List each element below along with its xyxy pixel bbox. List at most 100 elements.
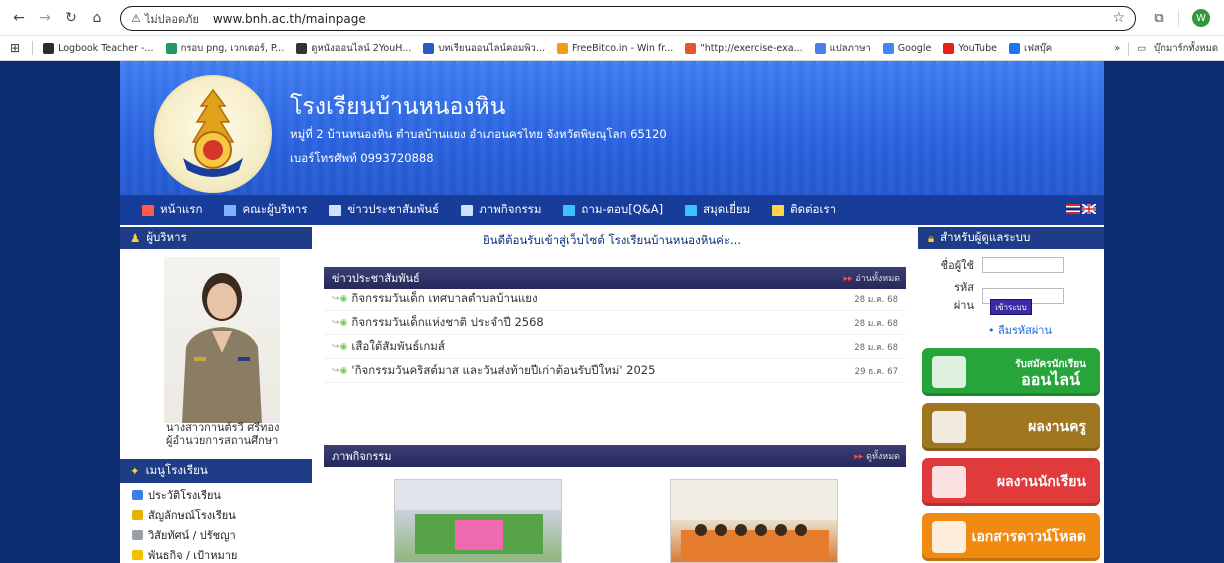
bookmark-item[interactable]: Google [882, 42, 932, 54]
bookmark-favicon-icon [296, 42, 308, 54]
news-item[interactable]: ↪◉ กิจกรรมวันเด็กแห่งชาติ ประจำปี 2568 28 … [324, 311, 906, 335]
bookmarks-bar: ⊞ Logbook Teacher -... กรอบ png, เวกเตอร์… [0, 36, 1224, 61]
back-icon[interactable]: ← [8, 7, 30, 29]
more-bookmarks-button[interactable]: » [1114, 43, 1120, 54]
url-text[interactable]: www.bnh.ac.th/mainpage [213, 12, 366, 26]
bookmarks-divider-right [1128, 41, 1130, 56]
lock-icon: 🔒︎ [928, 230, 935, 245]
school-menu-item[interactable]: สัญลักษณ์โรงเรียน [132, 505, 237, 525]
school-menu-item[interactable]: พันธกิจ / เป้าหมาย [132, 545, 237, 563]
bookmark-label: "http://exercise-exa... [700, 42, 803, 54]
menu-item-label: สมุดเยี่ยม [703, 202, 751, 216]
gym-scene [395, 480, 561, 554]
forward-icon[interactable]: → [34, 7, 56, 29]
menu-item[interactable]: หน้าแรก [142, 201, 202, 219]
school-menu-item[interactable]: วิสัยทัศน์ / ปรัชญา [132, 525, 237, 545]
school-logo[interactable] [154, 75, 272, 193]
more-icon: ▸▸ [843, 274, 856, 284]
menu-item[interactable]: สมุดเยี่ยม [685, 201, 750, 219]
profile-avatar[interactable]: W [1192, 9, 1210, 27]
menu-item-icon [685, 204, 698, 216]
all-bookmarks-link[interactable]: บุ๊กมาร์กทั้งหมด [1154, 41, 1218, 56]
bookmark-label: ดูหนังออนไลน์ 2YouH... [311, 42, 412, 54]
menu-item[interactable]: ถาม-ตอบ[Q&A] [563, 201, 663, 219]
extensions-icon[interactable]: ⧉ [1148, 7, 1170, 29]
news-item[interactable]: ↪◉ เสือใต้สัมพันธ์เกมส์ 28 ม.ค. 68 [324, 335, 906, 359]
photo-view-all-link[interactable]: ▸▸ ดูทั้งหมด [854, 449, 900, 463]
apps-icon[interactable]: ⊞ [10, 41, 20, 55]
news-title: 'กิจกรรมวันคริสต์มาส และวันส่งท้ายปีเก่า… [351, 362, 656, 377]
bookmark-label: Google [897, 42, 932, 54]
bookmark-item[interactable]: ดูหนังออนไลน์ 2YouH... [296, 41, 411, 56]
address-bar[interactable]: ⚠ ไม่ปลอดภัย www.bnh.ac.th/mainpage ☆ [120, 6, 1136, 31]
username-row: ชื่อผู้ใช้ [940, 256, 1064, 274]
photo-title: ภาพกิจกรรม [332, 450, 392, 463]
bookmark-item[interactable]: เฟสบุ๊ค [1008, 41, 1053, 56]
main-menu: หน้าแรก คณะผู้บริหาร ข่าวประชาสัมพันธ์ ภาพก… [120, 195, 1104, 225]
news-date: 28 ม.ค. 68 [854, 294, 898, 305]
menu-item[interactable]: คณะผู้บริหาร [224, 201, 307, 219]
promo-banner[interactable]: รับสมัครนักเรียน ออนไลน์ [922, 348, 1100, 396]
bookmark-item[interactable]: FreeBitco.in - Win fr... [556, 42, 673, 54]
bullet-icon: ↪◉ [332, 341, 348, 352]
admin-photo[interactable] [164, 257, 280, 423]
promo-icon [932, 521, 966, 553]
bookmark-label: YouTube [958, 42, 997, 54]
school-address: หมู่ที่ 2 บ้านหนองหิน ตำบลบ้านแยง อำเภอน… [290, 127, 667, 141]
not-secure-label: ไม่ปลอดภัย [144, 12, 199, 26]
login-button[interactable]: เข้าระบบ [990, 299, 1032, 315]
news-read-all-link[interactable]: ▸▸ อ่านทั้งหมด [843, 271, 900, 285]
bookmark-favicon-icon [1008, 42, 1020, 54]
site-container: โรงเรียนบ้านหนองหิน หมู่ที่ 2 บ้านหนองหิ… [120, 61, 1104, 563]
promo-banner[interactable]: ผลงานครู [922, 403, 1100, 451]
news-read-all-label: อ่านทั้งหมด [855, 274, 900, 284]
school-menu-header: ✦ เมนูโรงเรียน [120, 459, 312, 483]
bookmark-favicon-icon [43, 42, 55, 54]
menu-item-label: ข่าวประชาสัมพันธ์ [347, 202, 440, 216]
bookmark-label: เฟสบุ๊ค [1023, 42, 1053, 54]
menu-item[interactable]: ข่าวประชาสัมพันธ์ [329, 201, 439, 219]
username-input[interactable] [982, 257, 1064, 273]
bookmark-label: กรอบ png, เวกเตอร์, P... [180, 42, 285, 54]
bookmark-star-icon[interactable]: ☆ [1112, 10, 1125, 26]
bookmark-favicon-icon [556, 42, 568, 54]
activity-photo[interactable] [670, 479, 838, 563]
menu-item-icon [772, 204, 785, 216]
news-date: 29 ธ.ค. 67 [854, 366, 898, 377]
promo-title: ผลงานนักเรียน [996, 473, 1086, 490]
news-date: 28 ม.ค. 68 [854, 318, 898, 329]
not-secure-badge[interactable]: ⚠ ไม่ปลอดภัย [131, 10, 199, 28]
promo-title: ผลงานครู [1028, 418, 1086, 435]
uk-flag-icon[interactable] [1082, 204, 1096, 214]
bookmark-item[interactable]: บทเรียนออนไลน์คอมพิว... [423, 41, 545, 56]
news-item[interactable]: ↪◉ กิจกรรมวันเด็ก เทศบาลตำบลบ้านแยง 28 ม.ค… [324, 287, 906, 311]
admin-position: ผู้อำนวยการสถานศึกษา [166, 434, 279, 447]
activity-photo[interactable] [394, 479, 562, 563]
school-title: โรงเรียนบ้านหนองหิน [290, 94, 506, 120]
promo-banner[interactable]: ผลงานนักเรียน [922, 458, 1100, 506]
school-menu-item[interactable]: ประวัติโรงเรียน [132, 485, 237, 505]
person-icon: ♟ [130, 231, 141, 245]
login-section-header: 🔒︎ สำหรับผู้ดูแลระบบ [918, 227, 1104, 249]
news-item[interactable]: ↪◉ 'กิจกรรมวันคริสต์มาส และวันส่งท้ายปีเก… [324, 359, 906, 383]
bookmark-item[interactable]: Logbook Teacher -... [43, 42, 154, 54]
forgot-password-link[interactable]: • ลืมรหัสผ่าน [988, 321, 1052, 339]
bookmark-label: แปลภาษา [829, 42, 871, 54]
admin-portrait [182, 273, 262, 423]
bookmark-favicon-icon [165, 42, 177, 54]
menu-item[interactable]: ภาพกิจกรรม [461, 201, 541, 219]
school-menu-icon [132, 490, 143, 500]
promo-banner[interactable]: เอกสารดาวน์โหลด [922, 513, 1100, 561]
bookmark-item[interactable]: กรอบ png, เวกเตอร์, P... [165, 41, 285, 56]
bookmark-item[interactable]: YouTube [943, 42, 997, 54]
menu-item[interactable]: ติดต่อเรา [772, 201, 836, 219]
reload-icon[interactable]: ↻ [60, 7, 82, 29]
photo-view-all-label: ดูทั้งหมด [866, 452, 900, 462]
bullet-icon: ↪◉ [332, 293, 348, 304]
news-title: ข่าวประชาสัมพันธ์ [332, 272, 420, 285]
bookmark-item[interactable]: "http://exercise-exa... [685, 42, 803, 54]
thai-flag-icon[interactable] [1066, 204, 1080, 214]
menu-item-label: ภาพกิจกรรม [479, 202, 542, 216]
bookmark-item[interactable]: แปลภาษา [814, 41, 871, 56]
home-icon[interactable]: ⌂ [86, 7, 108, 29]
